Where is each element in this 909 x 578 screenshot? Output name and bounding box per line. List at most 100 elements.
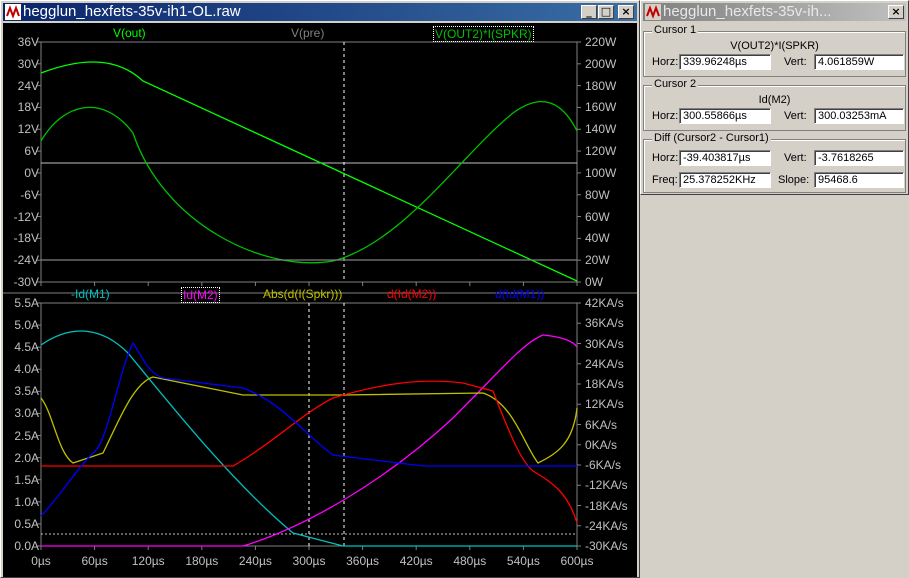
top-left-tick-label: -6V [20, 187, 39, 202]
bottom-left-tick-label: 2.5A [14, 428, 39, 443]
top-trace-label-0[interactable]: V(out) [113, 26, 146, 40]
diff-group-title: Diff (Cursor2 - Cursor1) [652, 132, 771, 144]
top-right-tick-label: 200W [585, 56, 617, 71]
bottom-trace-label-2[interactable]: Abs(d(I(Spkr))) [263, 287, 342, 301]
cursor1-vert-field[interactable]: 4.061859W [814, 54, 904, 70]
bottom-left-tick-label: 4.0A [14, 362, 39, 377]
cursor1-horz-field[interactable]: 339.96248µs [679, 54, 771, 70]
ltspice-app-icon [5, 4, 21, 20]
waveform-window: hegglun_hexfets-35v-ih1-OL.raw _ □ × V(o… [0, 0, 640, 578]
cursor2-trace-name: Id(M2) [758, 94, 791, 106]
top-right-tick-label: 120W [585, 144, 617, 159]
bottom-left-tick-label: 5.5A [14, 296, 39, 310]
cursor2-group-title: Cursor 2 [652, 78, 699, 90]
bottom-right-tick-label: -30KA/s [585, 539, 628, 553]
window-title: hegglun_hexfets-35v-ih1-OL.raw [23, 3, 241, 20]
x-tick-label: 240µs [238, 554, 272, 568]
top-left-tick-label: -18V [13, 231, 39, 246]
bottom-left-tick-label: 5.0A [14, 318, 39, 333]
bottom-left-tick-label: 1.0A [14, 494, 39, 509]
bottom-left-tick-label: 4.5A [14, 340, 39, 355]
diff-group: Diff (Cursor2 - Cursor1) Horz: -39.40381… [643, 132, 906, 193]
top-right-tick-label: 60W [585, 209, 610, 224]
cursor1-horz-label: Horz: [652, 56, 679, 68]
minimize-button[interactable]: _ [581, 5, 597, 19]
bottom-right-tick-label: 18KA/s [585, 377, 624, 391]
trace-v-out [40, 61, 578, 282]
bottom-left-tick-label: 0.0A [14, 539, 39, 553]
x-tick-label: 120µs [131, 554, 165, 568]
trace-v-out2-i-spkr [40, 101, 578, 264]
bottom-right-tick-label: 12KA/s [585, 397, 624, 412]
bottom-right-tick-label: 6KA/s [585, 417, 618, 432]
cursor2-horz-label: Horz: [652, 110, 679, 122]
cursor1-group: Cursor 1 V(OUT2)*I(SPKR) Horz: 339.96248… [643, 24, 906, 77]
top-right-tick-label: 40W [585, 231, 610, 246]
diff-slope-field[interactable]: 95468.6 [814, 172, 904, 188]
x-tick-label: 360µs [346, 554, 380, 568]
top-right-tick-label: 180W [585, 78, 617, 93]
x-tick-label: 540µs [506, 554, 540, 568]
cursor1-trace-name: V(OUT2)*I(SPKR) [730, 40, 819, 52]
cursor-titlebar[interactable]: hegglun_hexfets-35v-ih... × [643, 3, 906, 21]
top-left-tick-label: 24V [17, 78, 39, 93]
cursor-window-title: hegglun_hexfets-35v-ih... [663, 3, 832, 20]
top-right-tick-label: 20W [585, 253, 610, 268]
diff-freq-field[interactable]: 25.378252KHz [679, 172, 771, 188]
top-left-tick-label: -30V [13, 275, 39, 289]
ltspice-app-icon [645, 4, 661, 20]
top-plot-frame [40, 41, 578, 283]
bottom-trace-label-1[interactable]: Id(M2) [181, 287, 220, 303]
top-right-tick-label: 0W [585, 275, 603, 289]
bottom-left-tick-label: 1.5A [14, 472, 39, 487]
top-left-tick-label: 36V [17, 35, 39, 49]
bottom-trace-label-4[interactable]: d(Id(M1)) [495, 287, 544, 301]
x-tick-label: 600µs [560, 554, 594, 568]
bottom-trace-label-3[interactable]: d(Id(M2)) [387, 287, 436, 301]
bottom-right-tick-label: -18KA/s [585, 498, 628, 513]
maximize-button[interactable]: □ [598, 5, 614, 19]
bottom-trace-label-0[interactable]: -Id(M1) [71, 287, 110, 301]
cursor2-vert-label: Vert: [784, 110, 807, 122]
top-left-tick-label: -24V [13, 253, 39, 268]
cursor-window: hegglun_hexfets-35v-ih... × Cursor 1 V(O… [640, 0, 909, 195]
diff-freq-label: Freq: [652, 174, 678, 186]
bottom-right-tick-label: 36KA/s [585, 316, 624, 331]
top-right-tick-label: 80W [585, 187, 610, 202]
cursor-close-button[interactable]: × [888, 5, 904, 19]
x-tick-label: 180µs [185, 554, 219, 568]
x-tick-label: 420µs [399, 554, 433, 568]
diff-horz-field[interactable]: -39.403817µs [679, 150, 771, 166]
cursor2-horz-field[interactable]: 300.55866µs [679, 108, 771, 124]
x-tick-label: 0µs [31, 554, 51, 568]
cursor2-group: Cursor 2 Id(M2) Horz: 300.55866µs Vert: … [643, 78, 906, 131]
bottom-left-tick-label: 2.0A [14, 450, 39, 465]
top-trace-label-2[interactable]: V(OUT2)*I(SPKR) [433, 26, 534, 42]
bottom-left-tick-label: 0.5A [14, 516, 39, 531]
waveform-titlebar[interactable]: hegglun_hexfets-35v-ih1-OL.raw _ □ × [3, 3, 637, 21]
top-left-tick-label: 30V [17, 56, 39, 71]
top-trace-label-1[interactable]: V(pre) [291, 26, 324, 40]
diff-horz-label: Horz: [652, 152, 679, 164]
bottom-right-tick-label: -6KA/s [585, 458, 622, 472]
top-right-tick-label: 100W [585, 165, 617, 180]
cursor1-group-title: Cursor 1 [652, 24, 699, 36]
bottom-right-tick-label: -12KA/s [585, 478, 628, 493]
bottom-left-tick-label: 3.0A [14, 406, 39, 421]
bottom-right-tick-label: 30KA/s [585, 336, 624, 351]
plot-area[interactable]: V(out) V(pre) V(OUT2)*I(SPKR) -Id(M1) Id(M2… [3, 23, 637, 577]
x-tick-label: 60µs [81, 554, 108, 568]
top-left-tick-label: -12V [13, 209, 39, 224]
close-button[interactable]: × [618, 5, 634, 19]
top-left-tick-label: 0V [24, 165, 39, 180]
bottom-right-tick-label: -24KA/s [585, 518, 628, 533]
top-right-tick-label: 140W [585, 122, 617, 137]
bottom-right-tick-label: 24KA/s [585, 356, 624, 371]
diff-slope-label: Slope: [778, 174, 810, 186]
top-left-tick-label: 18V [17, 100, 39, 115]
bottom-right-tick-label: 0KA/s [585, 437, 618, 452]
top-left-tick-label: 12V [17, 122, 39, 137]
diff-vert-label: Vert: [784, 152, 807, 164]
diff-vert-field[interactable]: -3.7618265 [814, 150, 904, 166]
cursor2-vert-field[interactable]: 300.03253mA [814, 108, 904, 124]
